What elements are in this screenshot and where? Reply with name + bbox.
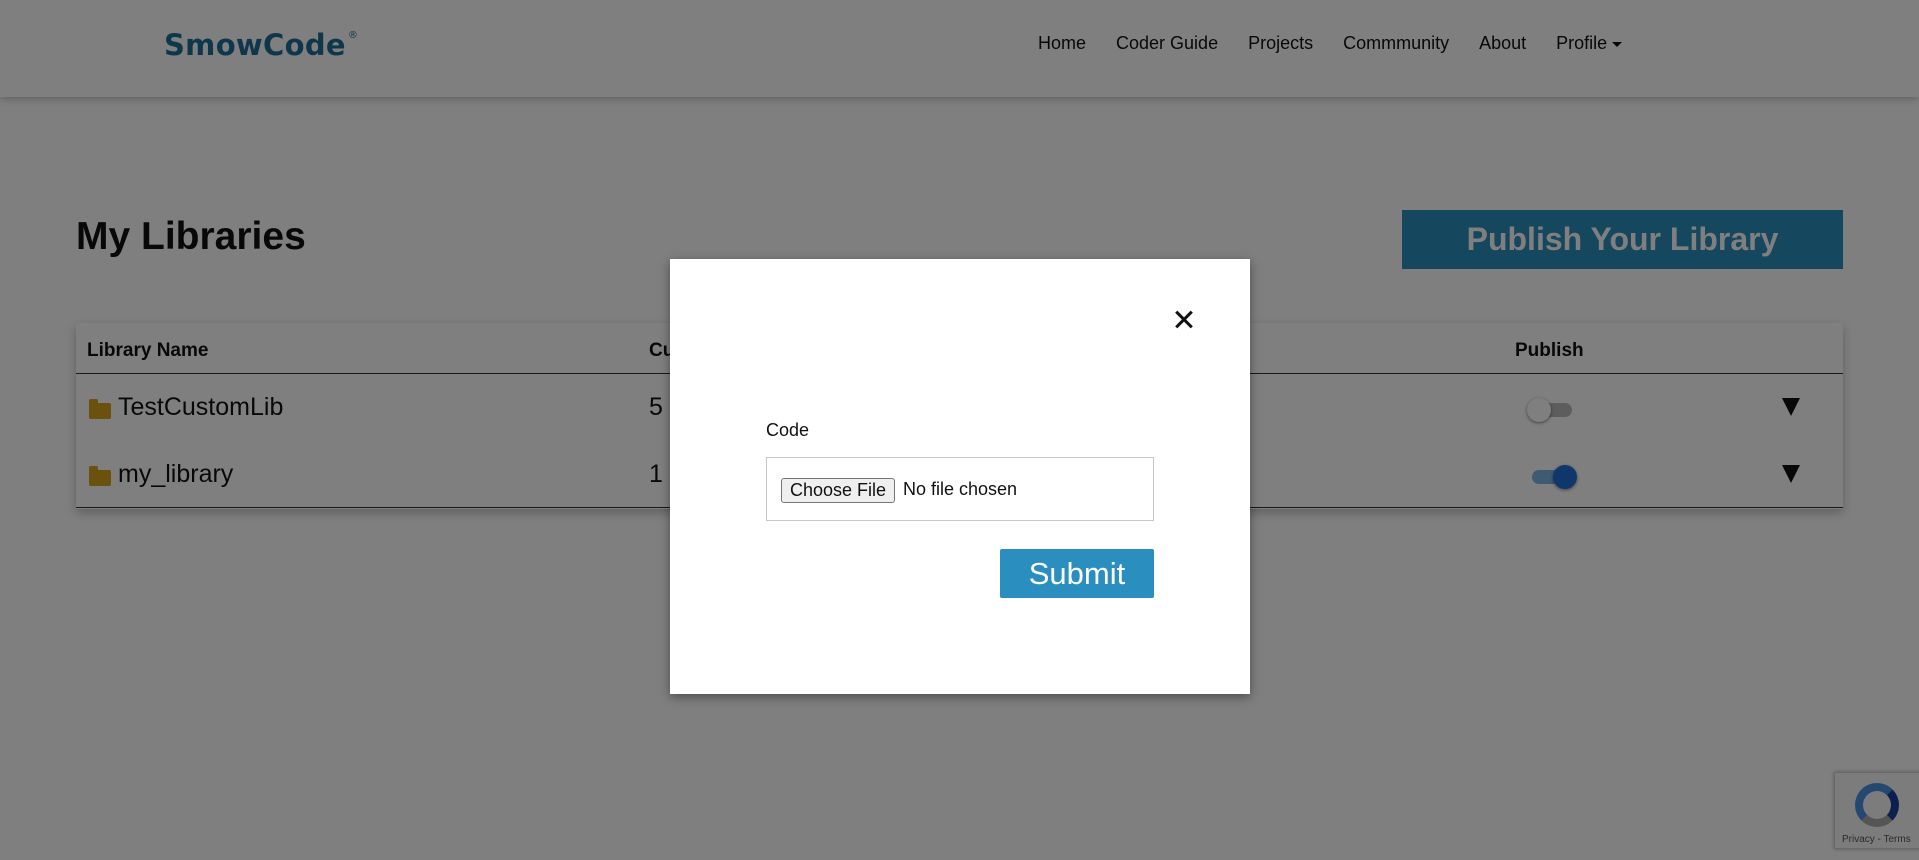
code-file-input[interactable]: Choose File No file chosen [766,457,1154,521]
choose-file-button[interactable]: Choose File [781,478,896,503]
code-field-label: Code [766,420,810,440]
page: SmowCode® Home Coder Guide Projects Comm… [0,0,1919,860]
file-status-text: No file chosen [903,479,1018,499]
close-icon[interactable] [1171,307,1197,333]
upload-modal: Code Choose File No file chosen Submit [670,259,1250,694]
submit-button[interactable]: Submit [1000,549,1154,598]
